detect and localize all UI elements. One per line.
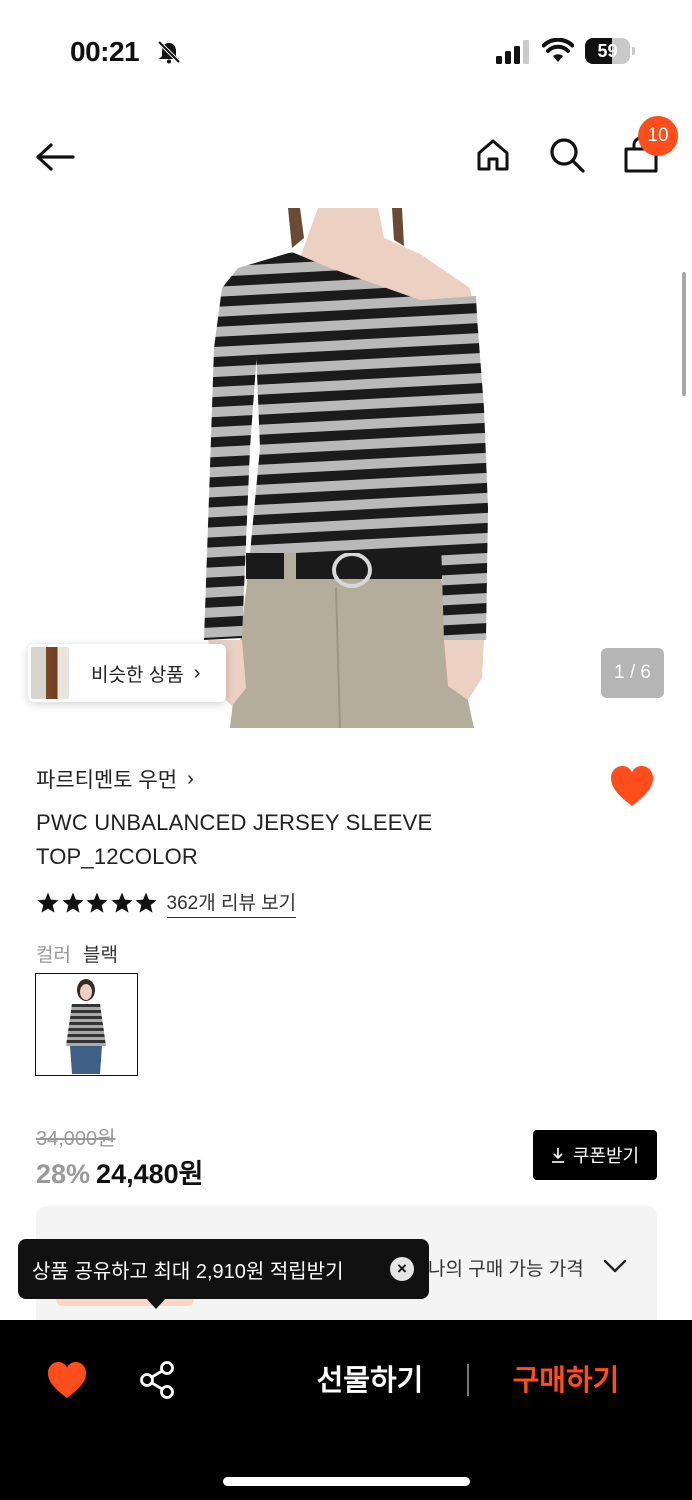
signal-icon	[496, 40, 529, 64]
scroll-indicator[interactable]	[682, 272, 686, 396]
heart-icon[interactable]	[46, 1360, 88, 1400]
wishlist-heart-icon[interactable]	[609, 764, 655, 808]
review-link[interactable]: 362개 리뷰 보기	[166, 888, 297, 918]
original-price: 34,000원	[36, 1128, 116, 1150]
star-icon	[111, 892, 132, 913]
color-swatch-black[interactable]	[35, 973, 138, 1076]
cart-count-badge: 10	[638, 116, 678, 156]
star-icon	[37, 892, 59, 913]
chevron-right-icon: ›	[193, 661, 201, 684]
bell-slash-icon	[157, 40, 181, 64]
download-icon	[551, 1148, 564, 1163]
swatch-thumbnail	[66, 979, 106, 1074]
similar-products-button[interactable]: 비슷한 상품 ›	[28, 644, 226, 702]
price-row: 28% 24,480원	[36, 1152, 203, 1191]
coupon-button[interactable]: 쿠폰받기	[533, 1130, 657, 1180]
color-option-row: 컬러 블랙	[36, 940, 118, 967]
star-rating	[36, 891, 159, 915]
my-price-label: 나의 구매 가능 가격	[428, 1259, 584, 1280]
search-icon	[550, 138, 585, 173]
star-icon	[86, 892, 108, 913]
brand-link[interactable]: 파르티멘토 우먼 ›	[36, 764, 194, 794]
battery-level: 59	[597, 41, 618, 61]
back-button[interactable]	[28, 136, 82, 178]
similar-products-label: 비슷한 상품	[91, 664, 184, 686]
chevron-right-icon: ›	[187, 767, 194, 790]
star-icon	[135, 892, 157, 913]
back-arrow-icon	[36, 143, 75, 171]
coupon-label: 쿠폰받기	[572, 1146, 640, 1166]
final-price: 24,480원	[96, 1159, 204, 1189]
home-icon	[477, 139, 509, 171]
status-bar: 00:21 59	[0, 0, 692, 100]
divider	[467, 1364, 469, 1396]
toast-pointer	[146, 1298, 166, 1309]
search-button[interactable]	[544, 132, 590, 178]
star-icon	[62, 892, 83, 913]
close-icon[interactable]: ×	[390, 1257, 414, 1281]
share-reward-toast: 상품 공유하고 최대 2,910원 적립받기 ×	[18, 1239, 429, 1299]
rating-row: 362개 리뷰 보기	[36, 886, 297, 920]
color-value: 블랙	[82, 945, 118, 966]
similar-product-thumbnail	[31, 647, 69, 699]
discount-rate: 28%	[36, 1159, 91, 1189]
image-page-indicator: 1 / 6	[601, 648, 664, 698]
buy-button[interactable]: 구매하기	[496, 1356, 636, 1406]
gift-button[interactable]: 선물하기	[300, 1356, 440, 1406]
wifi-icon	[542, 38, 574, 62]
status-time: 00:21	[70, 36, 140, 67]
color-label: 컬러	[36, 945, 71, 966]
home-indicator	[223, 1477, 470, 1486]
toast-message: 상품 공유하고 최대 2,910원 적립받기	[32, 1260, 344, 1283]
share-icon[interactable]	[138, 1360, 176, 1400]
top-nav	[0, 110, 692, 200]
home-button[interactable]	[470, 132, 516, 178]
bottom-action-bar: 선물하기 구매하기	[0, 1320, 692, 1500]
product-title: PWC UNBALANCED JERSEY SLEEVE TOP_12COLOR	[36, 810, 433, 869]
chevron-down-icon[interactable]	[602, 1256, 628, 1276]
battery-icon: 59	[585, 38, 635, 64]
brand-name: 파르티멘토 우먼	[36, 769, 178, 792]
